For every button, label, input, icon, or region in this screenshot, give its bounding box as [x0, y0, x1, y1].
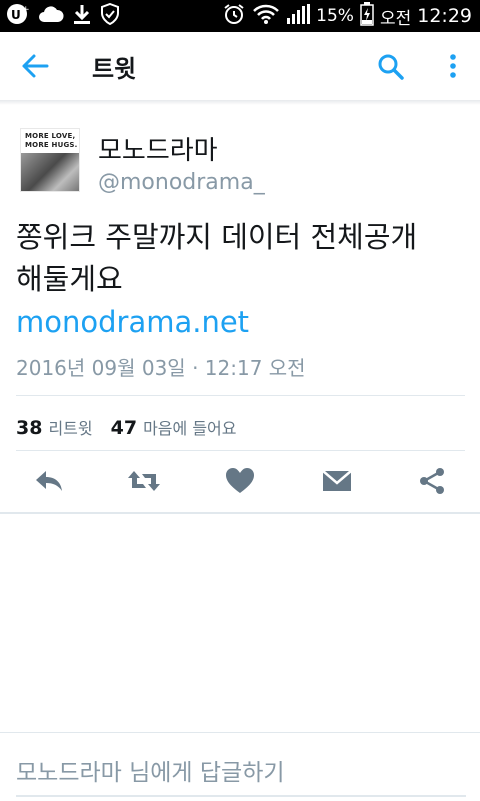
heart-icon — [225, 467, 255, 499]
tweet-actions — [0, 462, 480, 504]
status-ampm: 오전 — [379, 8, 412, 29]
share-icon — [418, 467, 446, 499]
reply-composer: 모노드라마 님에게 답글하기 — [0, 732, 480, 801]
app-bar-divider — [0, 100, 480, 105]
tweet-text-line2: 해둘게요 — [16, 262, 123, 296]
u-plus-icon: U + — [6, 3, 30, 29]
tweet-text-line1: 쫑위크 주말까지 데이터 전체공개 — [16, 220, 418, 254]
signal-icon — [286, 3, 311, 29]
status-time: 12:29 — [417, 5, 472, 27]
avatar-tag-line1: MORE LOVE, — [25, 132, 76, 140]
arrow-left-icon — [20, 54, 52, 84]
avatar-tag: MORE LOVE, MORE HUGS. — [25, 132, 78, 150]
like-button[interactable] — [222, 466, 258, 500]
avatar[interactable]: MORE LOVE, MORE HUGS. — [20, 128, 80, 192]
status-bar: U + 15% 오전 12:29 — [0, 0, 480, 32]
retweet-icon — [126, 467, 162, 499]
battery-charging-icon — [360, 2, 374, 30]
status-left: U + — [6, 2, 120, 29]
display-name[interactable]: 모노드라마 — [98, 130, 218, 167]
like-label[interactable]: 마음에 들어요 — [143, 415, 236, 439]
status-right: 15% 오전 12:29 — [222, 2, 472, 30]
reply-button[interactable] — [31, 466, 67, 500]
section-divider — [0, 512, 480, 514]
more-vertical-icon — [444, 54, 462, 86]
search-icon — [376, 54, 406, 86]
page-title: 트윗 — [92, 55, 137, 83]
battery-percent: 15% — [316, 6, 354, 26]
shield-check-icon — [100, 2, 120, 29]
direct-message-icon — [321, 467, 353, 499]
tweet-link[interactable]: monodrama.net — [16, 305, 249, 339]
cloud-icon — [38, 5, 64, 27]
svg-text:U: U — [11, 8, 21, 22]
avatar-photo — [21, 153, 79, 191]
search-button[interactable] — [376, 52, 406, 82]
tweet-timestamp: 2016년 09월 03일 · 12:17 오전 — [16, 356, 306, 380]
tweet-text: 쫑위크 주말까지 데이터 전체공개 해둘게요 — [16, 216, 472, 300]
more-options-button[interactable] — [444, 50, 462, 82]
avatar-tag-line2: MORE HUGS. — [25, 141, 78, 149]
reply-icon — [33, 467, 65, 499]
retweet-button[interactable] — [126, 466, 162, 500]
retweet-label[interactable]: 리트윗 — [48, 415, 92, 439]
reply-input-underline — [16, 795, 466, 797]
divider — [16, 395, 465, 396]
wifi-icon — [252, 3, 280, 29]
reply-input[interactable]: 모노드라마 님에게 답글하기 — [16, 753, 285, 787]
retweet-count[interactable]: 38 — [16, 417, 42, 439]
direct-message-button[interactable] — [319, 466, 355, 500]
divider — [16, 450, 465, 451]
download-icon — [72, 3, 92, 29]
tweet-stats: 38 리트윗 47 마음에 들어요 — [16, 415, 236, 439]
back-button[interactable] — [20, 52, 52, 80]
svg-text:+: + — [22, 5, 30, 15]
share-button[interactable] — [414, 466, 450, 500]
like-count[interactable]: 47 — [111, 417, 137, 439]
app-bar: 트윗 — [0, 32, 480, 100]
alarm-icon — [222, 2, 246, 30]
user-handle[interactable]: @monodrama_ — [98, 170, 265, 195]
